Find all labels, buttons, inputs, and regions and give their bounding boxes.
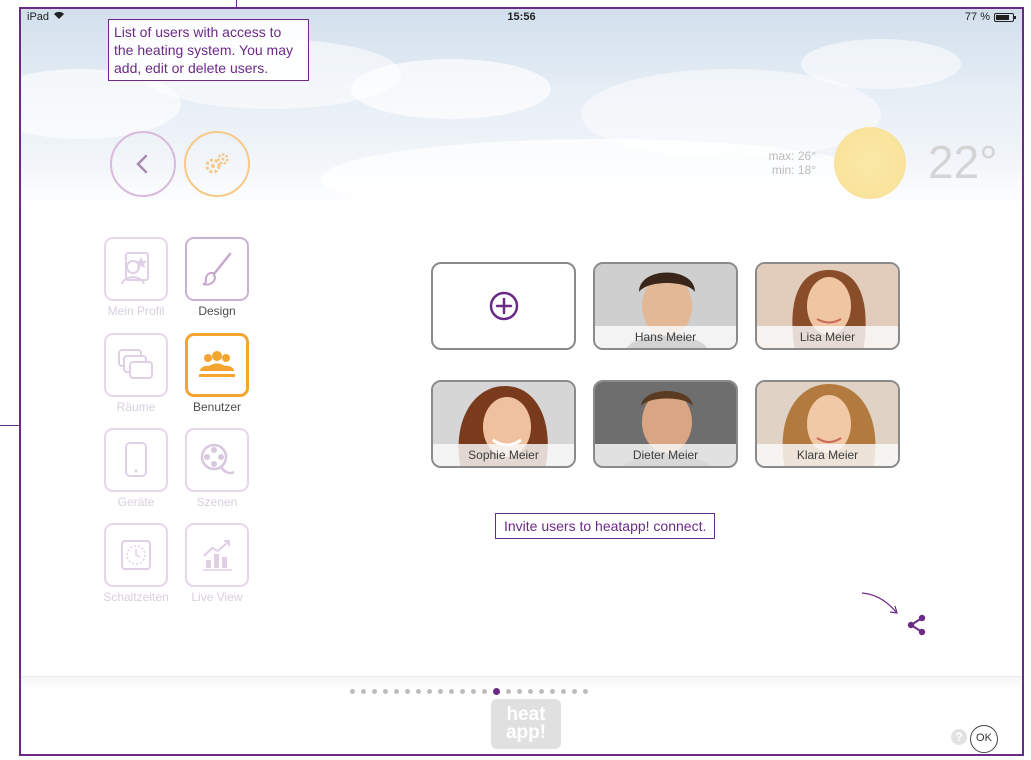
menu-label-live-view: Live View <box>191 590 243 604</box>
user-name: Dieter Meier <box>595 444 736 466</box>
page-dot[interactable] <box>572 689 577 694</box>
page-dot[interactable] <box>528 689 533 694</box>
menu-label-design: Design <box>198 304 236 318</box>
user-card-hans-meier[interactable]: Hans Meier <box>593 262 738 350</box>
battery-percent: 77 % <box>964 11 990 23</box>
page-dot[interactable] <box>460 689 465 694</box>
page-dot[interactable] <box>449 689 454 694</box>
rooms-icon <box>118 349 153 379</box>
menu-item-schaltzeiten[interactable]: Schaltzeiten <box>101 523 171 613</box>
page-dot[interactable] <box>471 689 476 694</box>
menu-item-benutzer[interactable]: Benutzer <box>182 333 252 423</box>
share-button[interactable] <box>906 614 928 640</box>
plus-circle-icon <box>489 291 518 321</box>
menu-label-szenen: Szenen <box>196 495 238 509</box>
user-card-lisa-meier[interactable]: Lisa Meier <box>755 262 900 350</box>
max-temperature: max: 26° <box>768 149 816 163</box>
page-dot[interactable] <box>416 689 421 694</box>
page-dot[interactable] <box>372 689 377 694</box>
page-dot[interactable] <box>539 689 544 694</box>
page-dot[interactable] <box>361 689 366 694</box>
back-button[interactable] <box>110 131 176 197</box>
menu-item-design[interactable]: Design <box>182 237 252 327</box>
menu-label-raeume: Räume <box>116 400 156 414</box>
page-dot[interactable] <box>438 689 443 694</box>
ok-button[interactable]: OK <box>970 725 998 753</box>
invite-callout: Invite users to heatapp! connect. <box>495 513 716 539</box>
brush-icon <box>202 252 232 286</box>
page-dot[interactable] <box>561 689 566 694</box>
battery-icon <box>994 12 1016 22</box>
ipad-screen: iPad 15:56 77 % max: 26° min: 18° 22° Li… <box>19 7 1024 756</box>
page-dot[interactable] <box>482 689 487 694</box>
settings-button[interactable] <box>184 131 250 197</box>
page-dot-active[interactable] <box>493 688 500 695</box>
page-indicator[interactable] <box>350 688 588 695</box>
page-dot[interactable] <box>427 689 432 694</box>
logo-line-2: app! <box>505 722 547 743</box>
page-dot[interactable] <box>350 689 355 694</box>
chart-icon <box>203 540 232 571</box>
help-icon[interactable]: ? <box>951 729 967 745</box>
sun-icon <box>834 127 906 199</box>
menu-label-schaltzeiten: Schaltzeiten <box>103 590 169 604</box>
profile-icon <box>121 252 149 285</box>
current-temperature: 22° <box>928 136 998 188</box>
page-dot[interactable] <box>405 689 410 694</box>
annotation-guide-line <box>0 425 20 426</box>
film-reel-icon <box>200 443 235 475</box>
page-dot[interactable] <box>394 689 399 694</box>
user-card-sophie-meier[interactable]: Sophie Meier <box>431 380 576 468</box>
clock-icon <box>121 540 151 570</box>
page-dot[interactable] <box>583 689 588 694</box>
weather-widget: max: 26° min: 18° 22° <box>742 121 1022 201</box>
user-card-dieter-meier[interactable]: Dieter Meier <box>593 380 738 468</box>
page-dot[interactable] <box>550 689 555 694</box>
user-card-klara-meier[interactable]: Klara Meier <box>755 380 900 468</box>
menu-item-live-view[interactable]: Live View <box>182 523 252 613</box>
menu-item-geraete[interactable]: Geräte <box>101 428 171 518</box>
gear-icon <box>205 153 229 174</box>
page-dot[interactable] <box>517 689 522 694</box>
menu-label-geraete: Geräte <box>117 495 155 509</box>
menu-item-szenen[interactable]: Szenen <box>182 428 252 518</box>
menu-label-mein-profil: Mein Profil <box>107 304 165 318</box>
menu-item-mein-profil[interactable]: Mein Profil <box>101 237 171 327</box>
arrow-icon <box>861 592 898 614</box>
menu-item-raeume[interactable]: Räume <box>101 333 171 423</box>
user-name: Hans Meier <box>595 326 736 348</box>
user-name: Klara Meier <box>757 444 898 466</box>
page-dot[interactable] <box>383 689 388 694</box>
users-info-callout: List of users with access to the heating… <box>108 19 309 81</box>
users-icon <box>199 351 235 377</box>
share-icon <box>907 614 926 636</box>
add-user-button[interactable] <box>431 262 576 350</box>
user-name: Lisa Meier <box>757 326 898 348</box>
menu-label-benutzer: Benutzer <box>192 400 242 414</box>
heatapp-logo: heat app! <box>491 699 561 749</box>
min-temperature: min: 18° <box>771 163 816 177</box>
tablet-icon <box>125 442 147 477</box>
user-name: Sophie Meier <box>433 444 574 466</box>
page-dot[interactable] <box>506 689 511 694</box>
chevron-left-icon <box>136 154 148 174</box>
